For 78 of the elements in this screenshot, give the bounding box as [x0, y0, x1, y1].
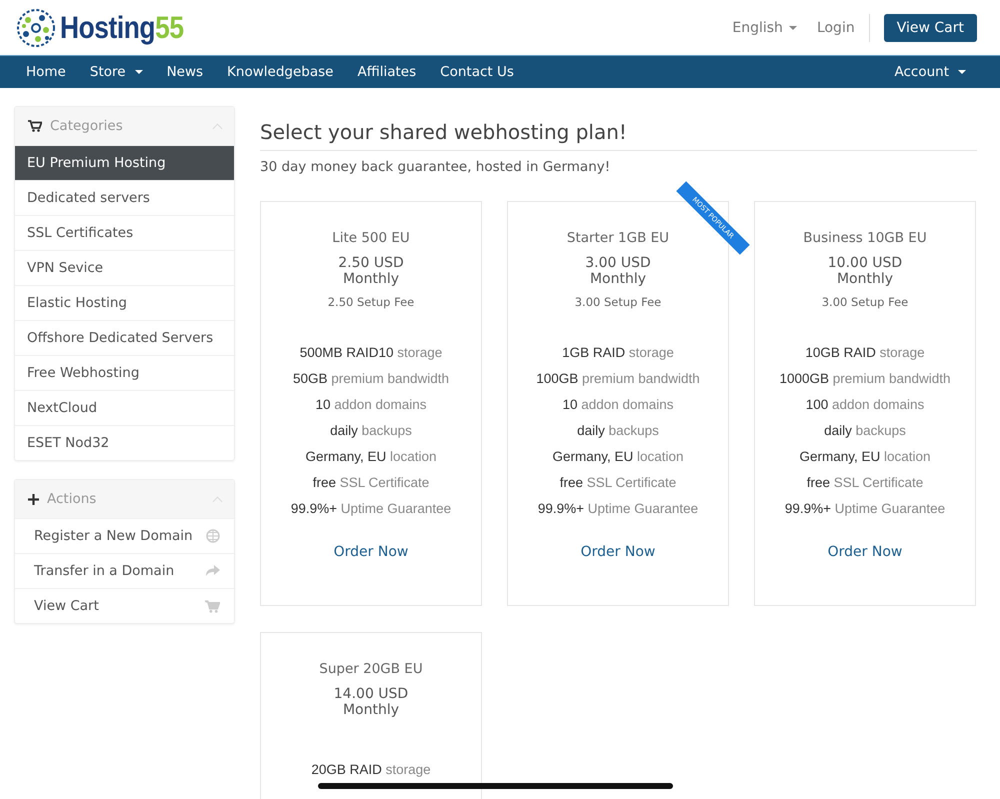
plan-feature: Germany, EU location — [304, 449, 438, 464]
nav-link[interactable]: Contact Us — [428, 64, 526, 80]
globe-logo-icon — [16, 8, 56, 48]
order-now-link[interactable]: Order Now — [334, 544, 408, 560]
order-now-link[interactable]: Order Now — [580, 544, 656, 560]
plan-feature: daily backups — [823, 423, 907, 438]
plan-price: 10.00 USD — [828, 255, 902, 271]
page-subtitle: 30 day money back guarantee, hosted in Germany! — [260, 159, 612, 175]
plan-feature: 99.9%+ Uptime Guarantee — [536, 501, 700, 516]
category-item[interactable]: EU Premium Hosting — [15, 145, 234, 180]
billing-cycle: Monthly — [590, 271, 646, 287]
plan-feature: 20GB RAID storage — [311, 762, 431, 777]
plan-feature: 100GB premium bandwidth — [536, 371, 700, 386]
panel-title: Categories — [50, 118, 124, 134]
share-arrow-icon — [206, 565, 220, 577]
plan-feature: 1000GB premium bandwidth — [779, 371, 951, 386]
plan-name: Super 20GB EU — [319, 661, 423, 677]
cart-icon — [28, 120, 42, 132]
plan-price: 14.00 USD — [334, 686, 408, 702]
setup-fee: 2.50 Setup Fee — [328, 295, 414, 309]
category-item[interactable]: ESET Nod32 — [15, 425, 234, 460]
billing-cycle: Monthly — [342, 702, 400, 718]
view-cart-button[interactable]: View Cart — [884, 14, 977, 42]
setup-fee: 3.00 Setup Fee — [822, 295, 908, 309]
plan-price: 3.00 USD — [585, 255, 651, 271]
plan-name: Starter 1GB EU — [566, 230, 670, 246]
category-item[interactable]: Elastic Hosting — [15, 285, 234, 320]
nav-link[interactable]: Affiliates — [345, 64, 428, 80]
action-item[interactable]: Transfer in a Domain — [15, 553, 234, 588]
caret-icon — [788, 26, 797, 30]
category-item[interactable]: NextCloud — [15, 390, 234, 425]
caret-icon — [958, 70, 966, 74]
plan-feature: 100 addon domains — [804, 397, 926, 412]
login-link[interactable]: Login — [816, 14, 870, 42]
plan-feature: daily backups — [576, 423, 660, 438]
plan-feature: 10 addon domains — [561, 397, 675, 412]
action-label: Transfer in a Domain — [34, 563, 174, 579]
plan-feature: 50GB premium bandwidth — [292, 371, 450, 386]
action-item[interactable]: Register a New Domain — [15, 518, 234, 553]
setup-fee: 3.00 Setup Fee — [574, 295, 662, 309]
action-label: View Cart — [34, 598, 99, 614]
language-dropdown[interactable]: English — [732, 20, 797, 36]
plan-name: Business 10GB EU — [803, 230, 927, 246]
billing-cycle: Monthly — [342, 271, 400, 287]
globe-icon — [206, 529, 220, 543]
plan-feature: 99.9%+ Uptime Guarantee — [290, 501, 452, 516]
panel-title: Actions — [47, 491, 98, 507]
plan-feature: free SSL Certificate — [806, 475, 924, 490]
plan-feature: 1GB RAID storage — [561, 345, 675, 360]
plan-feature: 99.9%+ Uptime Guarantee — [784, 501, 946, 516]
plus-icon — [28, 494, 39, 504]
page-title: Select your shared webhosting plan! — [260, 120, 977, 151]
category-item[interactable]: Offshore Dedicated Servers — [15, 320, 234, 355]
plan-feature: 10 addon domains — [314, 397, 428, 412]
order-now-link[interactable]: Order Now — [828, 544, 902, 560]
plan-feature: Germany, EU location — [798, 449, 932, 464]
nav-link[interactable]: News — [154, 64, 216, 80]
account-menu[interactable]: Account — [882, 64, 978, 80]
category-item[interactable]: SSL Certificates — [15, 215, 234, 250]
plan-feature: 10GB RAID storage — [804, 345, 926, 360]
logo-wordmark[interactable]: Hosting55 — [60, 10, 184, 46]
plan-price: 2.50 USD — [338, 255, 404, 271]
billing-cycle: Monthly — [836, 271, 894, 287]
plan-feature: 500MB RAID10 storage — [298, 345, 444, 360]
plan-feature: daily backups — [329, 423, 413, 438]
nav-link[interactable]: Home — [14, 64, 78, 80]
cart-icon — [205, 600, 220, 612]
action-label: Register a New Domain — [34, 528, 193, 544]
plan-feature: Germany, EU location — [551, 449, 685, 464]
plan-feature: free SSL Certificate — [312, 475, 430, 490]
plan-name: Lite 500 EU — [332, 230, 410, 246]
nav-link[interactable]: Store — [78, 64, 155, 80]
category-item[interactable]: VPN Sevice — [15, 250, 234, 285]
action-item[interactable]: View Cart — [15, 588, 234, 623]
nav-link[interactable]: Knowledgebase — [215, 64, 346, 80]
category-item[interactable]: Free Webhosting — [15, 355, 234, 390]
category-item[interactable]: Dedicated servers — [15, 180, 234, 215]
plan-feature: free SSL Certificate — [558, 475, 678, 490]
